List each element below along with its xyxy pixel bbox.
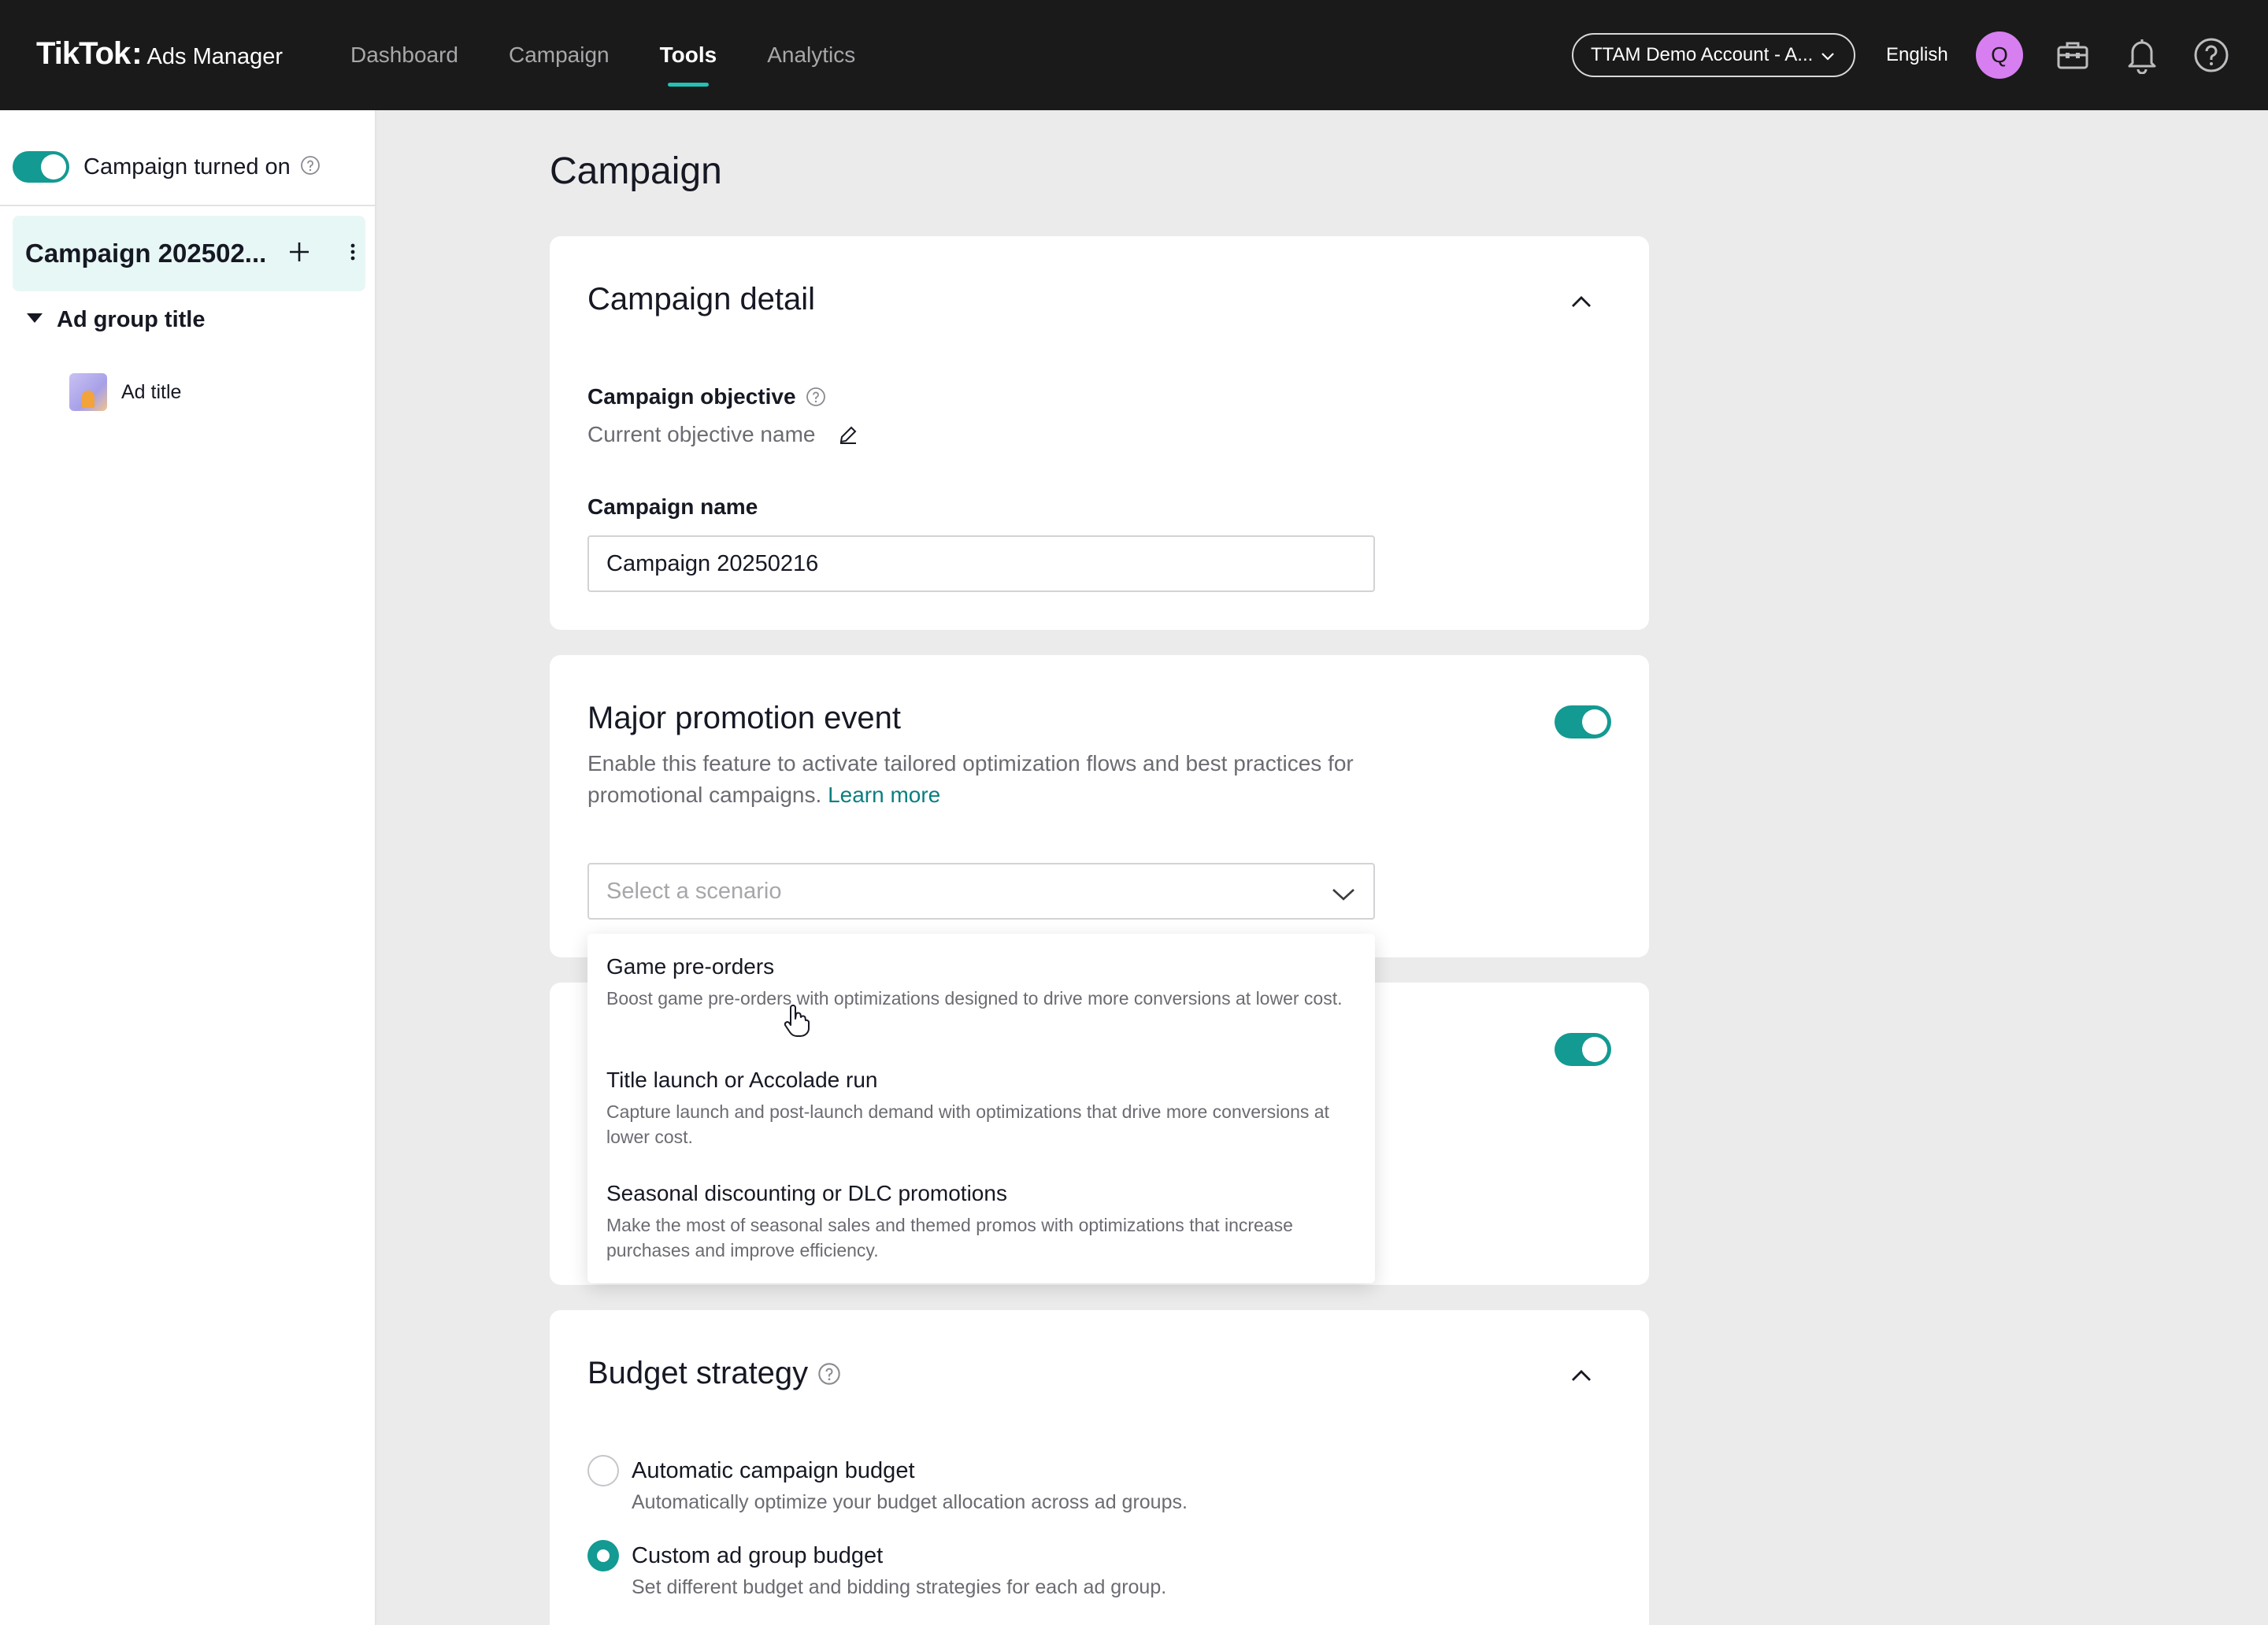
- help-icon[interactable]: [817, 1362, 841, 1386]
- scenario-option-title-launch[interactable]: Title launch or Accolade run Capture lau…: [606, 1068, 1354, 1149]
- radio-description: Set different budget and bidding strateg…: [632, 1576, 1167, 1598]
- sidebar-campaign-item[interactable]: Campaign 202502...: [13, 216, 365, 291]
- campaign-status-toggle[interactable]: [13, 151, 69, 183]
- nav-dashboard[interactable]: Dashboard: [350, 0, 458, 110]
- scenario-option-description: Capture launch and post-launch demand wi…: [606, 1101, 1329, 1147]
- radio-description: Automatically optimize your budget alloc…: [632, 1491, 1188, 1513]
- chevron-down-icon: [1331, 883, 1356, 909]
- scenario-select-placeholder: Select a scenario: [606, 878, 782, 904]
- nav-analytics[interactable]: Analytics: [767, 0, 855, 110]
- budget-strategy-title-text: Budget strategy: [587, 1356, 809, 1390]
- page-title: Campaign: [550, 150, 722, 192]
- top-navigation-bar: TikTok : Ads Manager Dashboard Campaign …: [0, 0, 2268, 110]
- budget-option-custom[interactable]: Custom ad group budget Set different bud…: [587, 1540, 1166, 1599]
- radio-custom-budget[interactable]: [587, 1540, 619, 1571]
- radio-automatic-budget[interactable]: [587, 1455, 619, 1486]
- avatar[interactable]: Q: [1976, 31, 2023, 79]
- tiktok-ads-manager-logo[interactable]: TikTok : Ads Manager: [36, 36, 283, 72]
- help-icon[interactable]: [2191, 35, 2232, 76]
- bell-icon[interactable]: [2122, 35, 2162, 76]
- promotion-description-text: Enable this feature to activate tailored…: [587, 751, 1354, 807]
- promotion-event-description: Enable this feature to activate tailored…: [587, 748, 1391, 811]
- sidebar-campaign-name: Campaign 202502...: [25, 239, 267, 268]
- scenario-option-title: Game pre-orders: [606, 954, 775, 979]
- radio-title: Automatic campaign budget: [632, 1458, 915, 1483]
- edit-pencil-icon[interactable]: [837, 424, 859, 446]
- logo-subtitle: Ads Manager: [146, 44, 284, 69]
- caret-down-icon[interactable]: [25, 309, 44, 331]
- logo-colon: :: [132, 36, 143, 71]
- scenario-dropdown-menu: Game pre-orders Boost game pre-orders wi…: [587, 934, 1375, 1283]
- promotion-event-title: Major promotion event: [587, 701, 901, 735]
- ad-thumbnail: [69, 373, 107, 411]
- more-vertical-icon[interactable]: [339, 238, 367, 270]
- scenario-option-title: Title launch or Accolade run: [606, 1068, 878, 1092]
- sidebar-ad-item[interactable]: Ad title: [69, 373, 181, 411]
- chevron-down-icon: [1819, 47, 1836, 70]
- radio-title: Custom ad group budget: [632, 1543, 884, 1568]
- briefcase-icon[interactable]: [2052, 35, 2093, 76]
- chevron-up-icon[interactable]: [1566, 1360, 1597, 1392]
- campaign-name-label: Campaign name: [587, 494, 758, 519]
- account-selector[interactable]: TTAM Demo Account - A...: [1572, 33, 1855, 77]
- scenario-option-title: Seasonal discounting or DLC promotions: [606, 1181, 1007, 1205]
- objective-value-text: Current objective name: [587, 422, 816, 446]
- help-icon[interactable]: [300, 155, 321, 180]
- main-nav: Dashboard Campaign Tools Analytics: [350, 0, 906, 110]
- campaign-objective-text: Campaign objective: [587, 384, 796, 409]
- campaign-detail-title: Campaign detail: [587, 282, 816, 316]
- budget-strategy-title: Budget strategy: [587, 1356, 841, 1391]
- account-label: TTAM Demo Account - A...: [1591, 44, 1814, 65]
- promotion-event-toggle[interactable]: [1555, 705, 1611, 738]
- sidebar-ad-group-item[interactable]: Ad group title: [25, 307, 205, 333]
- radio-text: Automatic campaign budget Automatically …: [632, 1455, 1188, 1514]
- campaign-name-input[interactable]: Campaign 20250216: [587, 535, 1375, 592]
- budget-option-automatic[interactable]: Automatic campaign budget Automatically …: [587, 1455, 1188, 1514]
- campaign-setting-toggle[interactable]: [1555, 1033, 1611, 1066]
- sidebar-divider: [0, 205, 376, 206]
- setting-toggle-switch[interactable]: [1555, 1033, 1611, 1066]
- budget-strategy-card: Budget strategy Automatic campaign budge…: [550, 1310, 1649, 1625]
- scenario-select[interactable]: Select a scenario: [587, 863, 1375, 920]
- plus-icon[interactable]: [285, 238, 313, 270]
- radio-text: Custom ad group budget Set different bud…: [632, 1540, 1166, 1599]
- chevron-up-icon[interactable]: [1566, 287, 1597, 318]
- promotion-event-card: Major promotion event Enable this featur…: [550, 655, 1649, 957]
- nav-campaign[interactable]: Campaign: [509, 0, 610, 110]
- scenario-option-description: Make the most of seasonal sales and them…: [606, 1215, 1293, 1260]
- campaign-status-row: Campaign turned on: [13, 151, 321, 183]
- sidebar-ad-group-label: Ad group title: [57, 307, 206, 332]
- campaign-tree-sidebar: Campaign turned on Campaign 202502... Ad…: [0, 110, 376, 1625]
- help-icon[interactable]: [806, 387, 826, 407]
- campaign-objective-value: Current objective name: [587, 422, 859, 447]
- campaign-objective-label: Campaign objective: [587, 384, 826, 409]
- sidebar-ad-label: Ad title: [121, 380, 182, 403]
- hand-pointer-cursor-icon: [783, 1005, 810, 1042]
- logo-wordmark: TikTok: [36, 36, 131, 71]
- nav-tools[interactable]: Tools: [660, 0, 717, 110]
- scenario-option-description: Boost game pre-orders with optimizations…: [606, 988, 1343, 1009]
- learn-more-link[interactable]: Learn more: [828, 783, 940, 807]
- promotion-toggle-switch[interactable]: [1555, 705, 1611, 738]
- scenario-option-seasonal[interactable]: Seasonal discounting or DLC promotions M…: [606, 1181, 1354, 1263]
- campaign-status-label: Campaign turned on: [83, 154, 291, 180]
- scenario-option-game-pre-orders[interactable]: Game pre-orders Boost game pre-orders wi…: [606, 954, 1354, 1011]
- campaign-detail-card: Campaign detail Campaign objective Curre…: [550, 236, 1649, 630]
- language-selector[interactable]: English: [1886, 44, 1948, 66]
